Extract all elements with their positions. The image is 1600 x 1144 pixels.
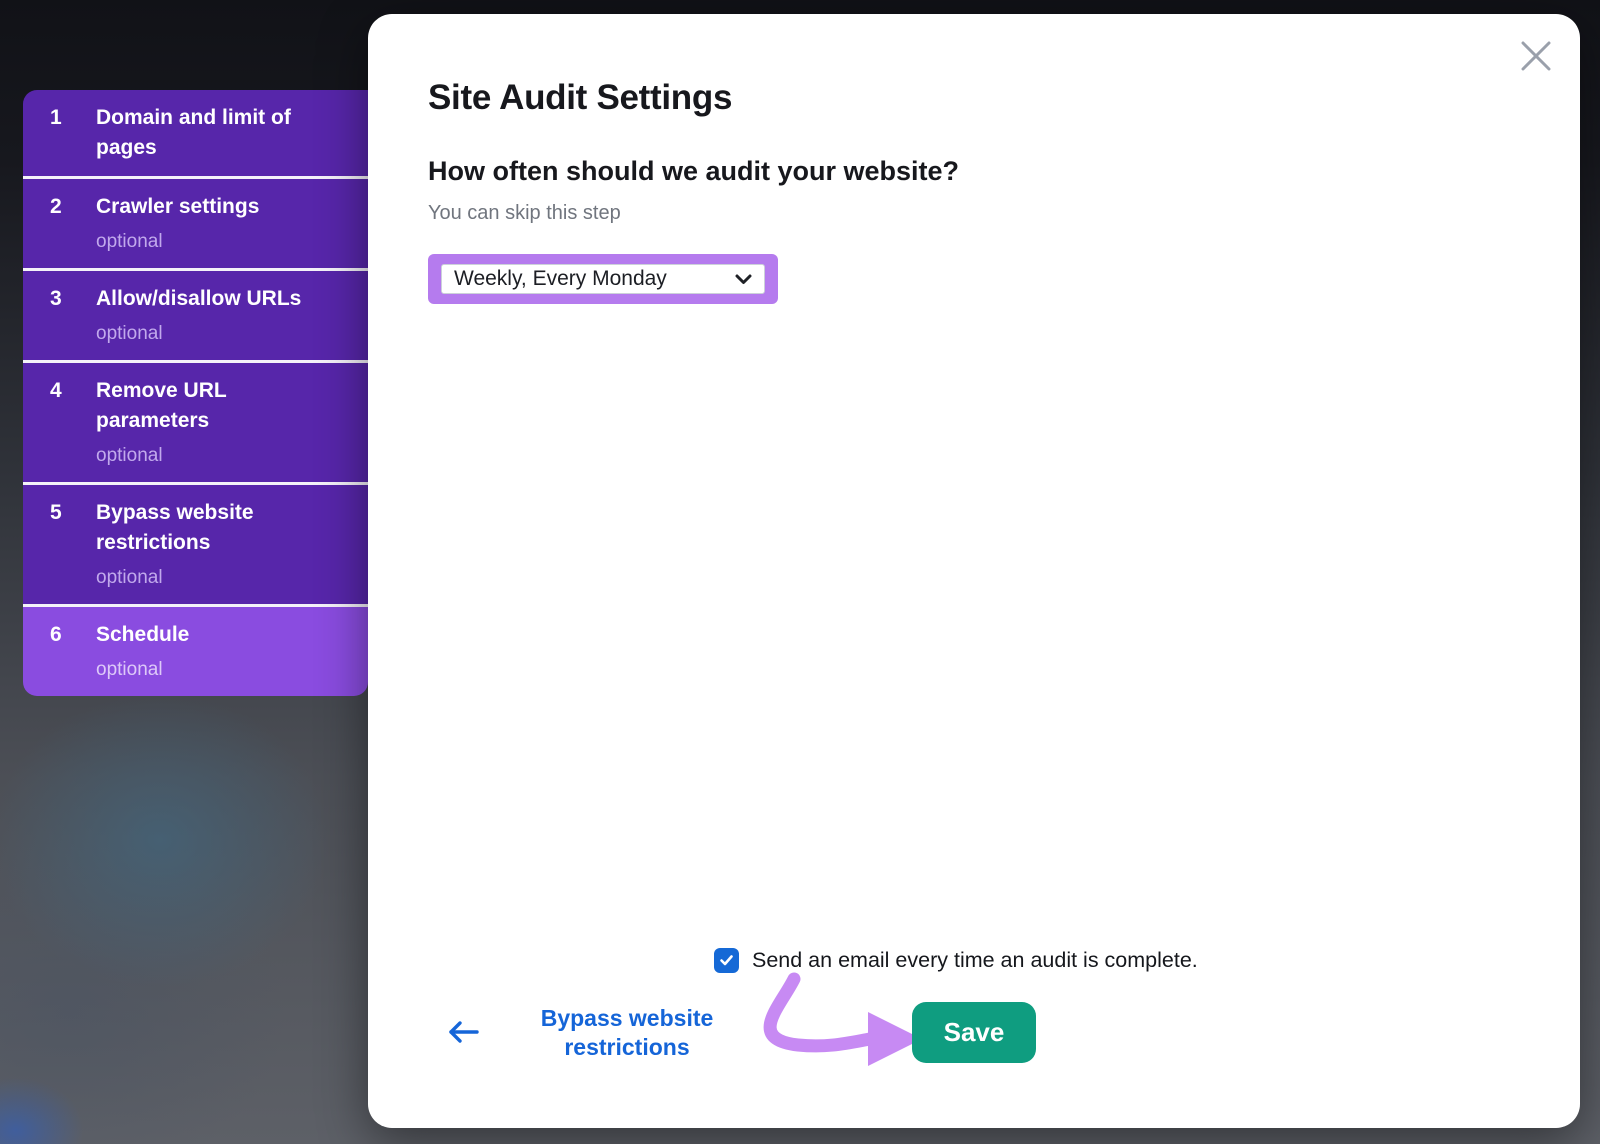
sidebar-step-5[interactable]: 5 Bypass website restrictions optional <box>23 485 368 607</box>
step-label: Remove URL parameters <box>96 376 328 436</box>
steps-sidebar: 1 Domain and limit of pages 2 Crawler se… <box>23 90 368 696</box>
annotation-arrow <box>730 965 940 1083</box>
step-number: 2 <box>50 192 96 222</box>
audit-frequency-select[interactable]: Weekly, Every Monday <box>441 264 765 294</box>
close-icon[interactable] <box>1518 38 1554 74</box>
step-optional-label: optional <box>96 321 350 347</box>
sidebar-step-2[interactable]: 2 Crawler settings optional <box>23 179 368 271</box>
modal-title: Site Audit Settings <box>428 78 732 118</box>
step-label: Bypass website restrictions <box>96 498 328 558</box>
step-number: 5 <box>50 498 96 528</box>
email-checkbox-label: Send an email every time an audit is com… <box>752 948 1198 973</box>
sidebar-step-6[interactable]: 6 Schedule optional <box>23 607 368 696</box>
check-icon <box>719 954 734 967</box>
screen: 1 Domain and limit of pages 2 Crawler se… <box>0 0 1600 1144</box>
sidebar-step-3[interactable]: 3 Allow/disallow URLs optional <box>23 271 368 363</box>
step-label: Schedule <box>96 620 328 650</box>
step-optional-label: optional <box>96 229 350 255</box>
audit-frequency-question: How often should we audit your website? <box>428 156 959 187</box>
email-notification-row: Send an email every time an audit is com… <box>714 948 1198 973</box>
step-label: Allow/disallow URLs <box>96 284 328 314</box>
step-number: 1 <box>50 103 96 133</box>
bypass-website-restrictions-link[interactable]: Bypass website restrictions <box>517 1004 737 1062</box>
step-number: 6 <box>50 620 96 650</box>
step-optional-label: optional <box>96 565 350 591</box>
sidebar-step-1[interactable]: 1 Domain and limit of pages <box>23 90 368 179</box>
step-label: Crawler settings <box>96 192 328 222</box>
site-audit-settings-modal: Site Audit Settings How often should we … <box>368 14 1580 1128</box>
audit-frequency-value: Weekly, Every Monday <box>454 267 727 291</box>
skip-step-note: You can skip this step <box>428 202 621 225</box>
step-optional-label: optional <box>96 657 350 683</box>
back-arrow-button[interactable] <box>445 1018 481 1046</box>
chevron-down-icon <box>735 274 752 285</box>
step-optional-label: optional <box>96 443 350 469</box>
step-number: 4 <box>50 376 96 406</box>
step-number: 3 <box>50 284 96 314</box>
dropdown-highlight-annotation: Weekly, Every Monday <box>428 254 778 304</box>
save-button[interactable]: Save <box>912 1002 1036 1063</box>
sidebar-step-4[interactable]: 4 Remove URL parameters optional <box>23 363 368 485</box>
email-checkbox[interactable] <box>714 948 739 973</box>
step-label: Domain and limit of pages <box>96 103 328 163</box>
